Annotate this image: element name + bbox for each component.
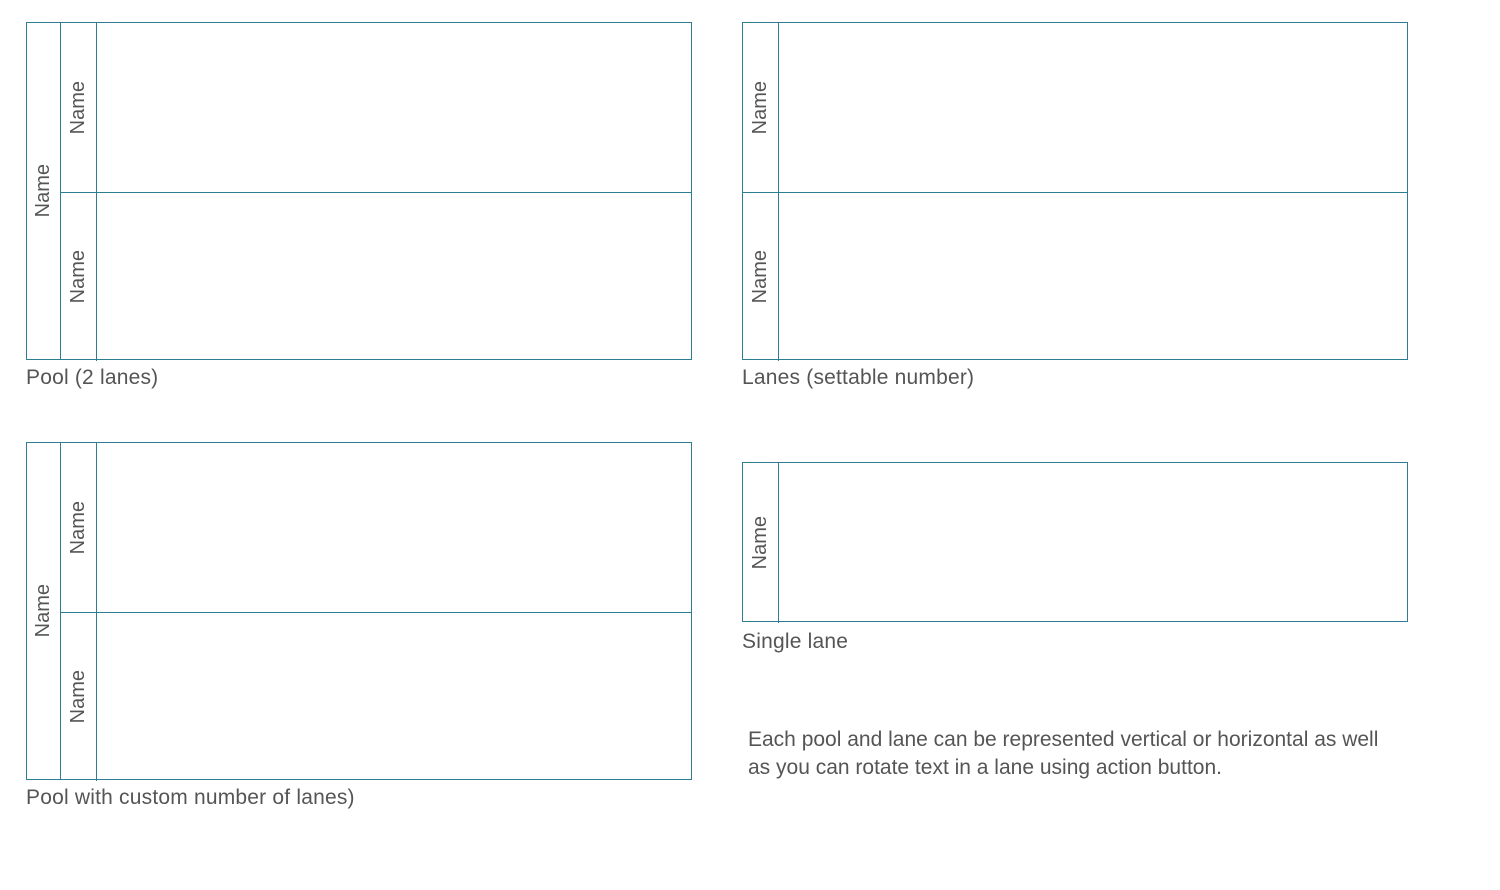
lane-row: Name [743, 192, 1407, 361]
lane-row: Name [61, 23, 691, 192]
pool-header: Name [27, 23, 61, 359]
pool-label: Name [32, 584, 55, 637]
lane-header: Name [61, 443, 97, 612]
pool-custom-lanes: Name Name Name [26, 442, 692, 780]
lane-label: Name [67, 501, 90, 554]
caption-single-lane: Single lane [742, 630, 848, 654]
lane-header: Name [61, 193, 97, 361]
lane-label: Name [749, 516, 772, 569]
lane-header: Name [61, 613, 97, 781]
diagram-canvas: Name Name Name Pool (2 lanes) Name Name … [0, 0, 1500, 890]
caption-pool-2-lanes: Pool (2 lanes) [26, 366, 158, 390]
lane-row: Name [61, 443, 691, 612]
lane-label: Name [749, 81, 772, 134]
lane-header: Name [743, 23, 779, 192]
caption-pool-custom: Pool with custom number of lanes) [26, 786, 355, 810]
pool-header: Name [27, 443, 61, 779]
lane-row: Name [61, 612, 691, 781]
lane-header: Name [743, 463, 779, 623]
single-lane: Name [742, 462, 1408, 622]
lane-header: Name [743, 193, 779, 361]
note-text: Each pool and lane can be represented ve… [748, 726, 1398, 783]
lanes-settable: Name Name [742, 22, 1408, 360]
lane-label: Name [749, 250, 772, 303]
lane-header: Name [61, 23, 97, 192]
lane-row: Name [743, 463, 1407, 623]
pool-label: Name [32, 164, 55, 217]
lane-row: Name [61, 192, 691, 361]
pool-2-lanes: Name Name Name [26, 22, 692, 360]
lane-label: Name [67, 81, 90, 134]
caption-lanes-settable: Lanes (settable number) [742, 366, 974, 390]
lane-row: Name [743, 23, 1407, 192]
lane-label: Name [67, 250, 90, 303]
lane-label: Name [67, 670, 90, 723]
